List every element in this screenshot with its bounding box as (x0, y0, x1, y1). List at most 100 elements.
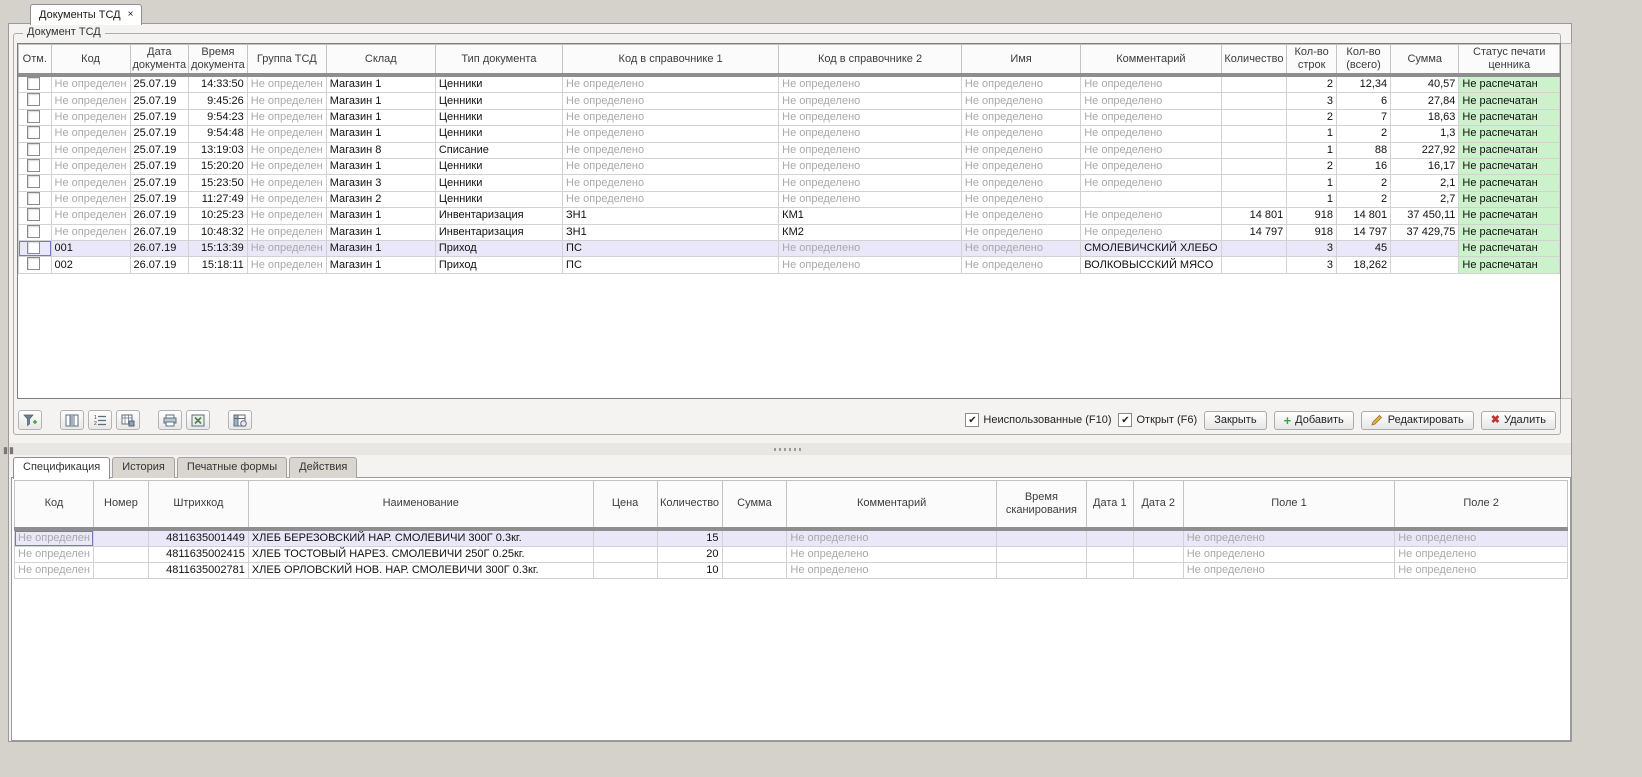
row-checkbox[interactable] (27, 93, 40, 106)
table-cell (1221, 142, 1287, 158)
table-row[interactable]: Не определен26.07.1910:25:23Не определен… (19, 208, 1560, 224)
table-row[interactable]: 00126.07.1915:13:39Не определенМагазин 1… (19, 241, 1560, 257)
column-header[interactable]: Время сканирования (996, 481, 1086, 529)
table-row[interactable]: Не определен26.07.1910:48:32Не определен… (19, 224, 1560, 240)
tab-documents-tsd[interactable]: Документы ТСД × (30, 4, 142, 25)
column-header[interactable]: Наименование (248, 481, 593, 529)
excel-export-button[interactable] (186, 410, 210, 430)
table-cell: Не определено (563, 142, 779, 158)
column-header[interactable]: Количество (657, 481, 722, 529)
column-header[interactable]: Сумма (722, 481, 787, 529)
vertical-scrollbar[interactable] (1561, 43, 1572, 399)
checkbox-open-icon[interactable] (1118, 413, 1132, 427)
row-checkbox[interactable] (27, 241, 40, 254)
table-cell: 2 (1336, 191, 1390, 207)
close-button[interactable]: Закрыть (1204, 411, 1266, 430)
table-cell: 1 (1287, 191, 1337, 207)
column-header[interactable]: Группа ТСД (247, 45, 326, 76)
tab-close-icon[interactable]: × (128, 10, 134, 20)
table-row[interactable]: Не определен25.07.199:45:26Не определенМ… (19, 93, 1560, 109)
row-checkbox[interactable] (27, 225, 40, 238)
column-header[interactable]: Отм. (19, 45, 52, 76)
column-header[interactable]: Сумма (1391, 45, 1459, 76)
splitter[interactable]: ▮▮ (9, 443, 1571, 455)
table-row[interactable]: Не определен25.07.1915:20:20Не определен… (19, 159, 1560, 175)
column-header[interactable]: Дата документа (130, 45, 189, 76)
table-cell: Не определен (247, 175, 326, 191)
tab-print-forms[interactable]: Печатные формы (177, 457, 287, 478)
row-checkbox[interactable] (27, 257, 40, 270)
delete-button[interactable]: ✖ Удалить (1481, 411, 1556, 430)
table-row[interactable]: Не определен25.07.199:54:48Не определенМ… (19, 126, 1560, 142)
add-button[interactable]: + Добавить (1274, 411, 1354, 430)
splitter-grip[interactable]: ▮▮ (3, 445, 15, 456)
splitter-handle[interactable] (774, 448, 804, 451)
row-checkbox[interactable] (27, 77, 40, 90)
table-cell (19, 208, 52, 224)
table-row[interactable]: 00226.07.1915:18:11Не определенМагазин 1… (19, 257, 1560, 273)
row-checkbox[interactable] (27, 159, 40, 172)
tab-specification[interactable]: Спецификация (13, 457, 110, 479)
table-cell: 1,3 (1391, 126, 1459, 142)
column-header[interactable]: Время документа (189, 45, 248, 76)
row-checkbox[interactable] (27, 208, 40, 221)
table-cell (996, 546, 1086, 562)
table-row[interactable]: Не определен4811635002781ХЛЕБ ОРЛОВСКИЙ … (15, 562, 1568, 578)
table-cell: 227,92 (1391, 142, 1459, 158)
print-button[interactable] (158, 410, 182, 430)
column-header[interactable]: Код в справочнике 1 (563, 45, 779, 76)
column-header[interactable]: Комментарий (1081, 45, 1221, 76)
table-cell: Не определено (961, 241, 1080, 257)
column-header[interactable]: Комментарий (787, 481, 997, 529)
table-cell: 10:48:32 (189, 224, 248, 240)
grid-settings-button[interactable] (228, 410, 252, 430)
row-checkbox[interactable] (27, 192, 40, 205)
column-header[interactable]: Штрихкод (148, 481, 248, 529)
columns-button[interactable] (60, 410, 84, 430)
table-cell: 9:54:23 (189, 109, 248, 125)
filter-button[interactable] (18, 410, 42, 430)
row-checkbox[interactable] (27, 143, 40, 156)
tab-history[interactable]: История (112, 457, 175, 478)
table-row[interactable]: Не определен4811635001449ХЛЕБ БЕРЕЗОВСКИ… (15, 529, 1568, 547)
column-header[interactable]: Количество (1221, 45, 1287, 76)
row-checkbox[interactable] (27, 175, 40, 188)
column-header[interactable]: Цена (593, 481, 657, 529)
column-header[interactable]: Кол-во (всего) (1336, 45, 1390, 76)
table-row[interactable]: Не определен25.07.1913:19:03Не определен… (19, 142, 1560, 158)
column-header[interactable]: Номер (93, 481, 148, 529)
column-header[interactable]: Поле 2 (1395, 481, 1568, 529)
table-row[interactable]: Не определен4811635002415ХЛЕБ ТОСТОВЫЙ Н… (15, 546, 1568, 562)
column-header[interactable]: Склад (326, 45, 435, 76)
column-header[interactable]: Код (15, 481, 94, 529)
table-row[interactable]: Не определен25.07.199:54:23Не определенМ… (19, 109, 1560, 125)
column-header[interactable]: Тип документа (435, 45, 562, 76)
column-header[interactable]: Поле 1 (1183, 481, 1395, 529)
export-table-button[interactable] (116, 410, 140, 430)
table-cell: КМ2 (779, 224, 962, 240)
column-header[interactable]: Имя (961, 45, 1080, 76)
checkbox-unused-icon[interactable] (965, 413, 979, 427)
delete-button-label: Удалить (1504, 414, 1546, 426)
column-header[interactable]: Статус печати ценника (1459, 45, 1560, 76)
table-cell: Не определено (1395, 529, 1568, 547)
column-header[interactable]: Кол-во строк (1287, 45, 1337, 76)
row-checkbox[interactable] (27, 110, 40, 123)
column-header[interactable]: Код (51, 45, 130, 76)
numbered-list-button[interactable]: 12 (88, 410, 112, 430)
table-cell: Не определен (247, 241, 326, 257)
row-checkbox[interactable] (27, 126, 40, 139)
table-row[interactable]: Не определен25.07.1914:33:50Не определен… (19, 75, 1560, 93)
column-header[interactable]: Код в справочнике 2 (779, 45, 962, 76)
tab-actions[interactable]: Действия (289, 457, 357, 478)
column-header[interactable]: Дата 2 (1133, 481, 1183, 529)
table-row[interactable]: Не определен25.07.1911:27:49Не определен… (19, 191, 1560, 207)
column-header[interactable]: Дата 1 (1086, 481, 1133, 529)
table-cell: 25.07.19 (130, 75, 189, 93)
spec-tab-bar: Спецификация История Печатные формы Дейс… (13, 457, 357, 477)
table-row[interactable]: Не определен25.07.1915:23:50Не определен… (19, 175, 1560, 191)
checkbox-open-f6[interactable]: Открыт (F6) (1118, 413, 1197, 427)
checkbox-unused-f10[interactable]: Неиспользованные (F10) (965, 413, 1111, 427)
edit-button[interactable]: Редактировать (1361, 411, 1474, 430)
filter-icon (23, 414, 37, 427)
